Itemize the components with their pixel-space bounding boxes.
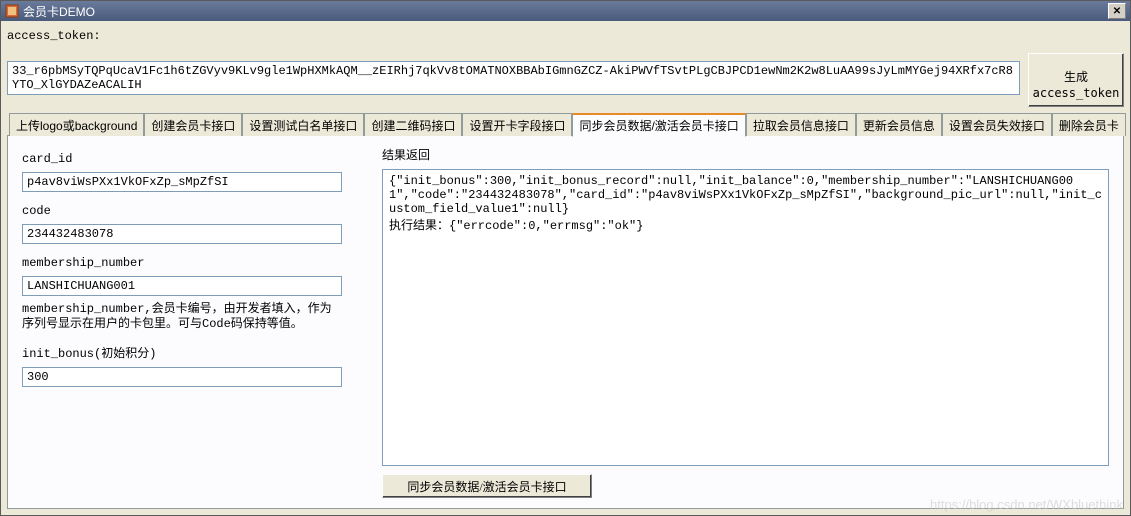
access-token-input[interactable] xyxy=(7,61,1020,95)
result-column: 结果返回 {"init_bonus":300,"init_bonus_recor… xyxy=(382,146,1109,498)
tabs-container: 上传logo或background 创建会员卡接口 设置测试白名单接口 创建二维… xyxy=(7,113,1124,509)
access-token-label: access_token: xyxy=(7,27,1020,43)
window-title: 会员卡DEMO xyxy=(23,3,1108,20)
result-label: 结果返回 xyxy=(382,146,1109,163)
tab-panel-sync: card_id code membership_number membershi… xyxy=(7,135,1124,509)
close-icon: ✕ xyxy=(1113,6,1121,17)
result-textbox[interactable]: {"init_bonus":300,"init_bonus_record":nu… xyxy=(382,169,1109,466)
membership-hint: membership_number,会员卡编号，由开发者填入，作为序列号显示在用… xyxy=(22,302,342,332)
card-id-input[interactable] xyxy=(22,172,342,192)
membership-number-label: membership_number xyxy=(22,256,362,270)
membership-number-input[interactable] xyxy=(22,276,342,296)
tab-set-card-fields[interactable]: 设置开卡字段接口 xyxy=(462,113,572,136)
code-input[interactable] xyxy=(22,224,342,244)
form-column: card_id code membership_number membershi… xyxy=(22,146,362,498)
generate-token-button[interactable]: 生成 access_token xyxy=(1028,53,1124,107)
close-button[interactable]: ✕ xyxy=(1108,3,1126,19)
tab-create-qrcode[interactable]: 创建二维码接口 xyxy=(364,113,462,136)
token-row: access_token: 生成 access_token xyxy=(7,27,1124,107)
init-bonus-label: init_bonus(初始积分) xyxy=(22,344,362,361)
tab-create-card[interactable]: 创建会员卡接口 xyxy=(144,113,242,136)
tab-delete-card[interactable]: 删除会员卡 xyxy=(1052,113,1126,136)
tab-get-member[interactable]: 拉取会员信息接口 xyxy=(746,113,856,136)
tab-test-whitelist[interactable]: 设置测试白名单接口 xyxy=(242,113,364,136)
client-area: access_token: 生成 access_token 上传logo或bac… xyxy=(1,21,1130,515)
app-icon xyxy=(5,4,19,18)
tabstrip: 上传logo或background 创建会员卡接口 设置测试白名单接口 创建二维… xyxy=(7,113,1124,135)
sync-member-button[interactable]: 同步会员数据/激活会员卡接口 xyxy=(382,474,592,498)
tab-upload-logo[interactable]: 上传logo或background xyxy=(9,113,144,136)
titlebar: 会员卡DEMO ✕ xyxy=(1,1,1130,21)
tab-sync-member[interactable]: 同步会员数据/激活会员卡接口 xyxy=(572,113,745,137)
tab-set-invalid[interactable]: 设置会员失效接口 xyxy=(942,113,1052,136)
app-window: 会员卡DEMO ✕ access_token: 生成 access_token … xyxy=(0,0,1131,516)
code-label: code xyxy=(22,204,362,218)
card-id-label: card_id xyxy=(22,152,362,166)
tab-update-member[interactable]: 更新会员信息 xyxy=(856,113,942,136)
init-bonus-input[interactable] xyxy=(22,367,342,387)
